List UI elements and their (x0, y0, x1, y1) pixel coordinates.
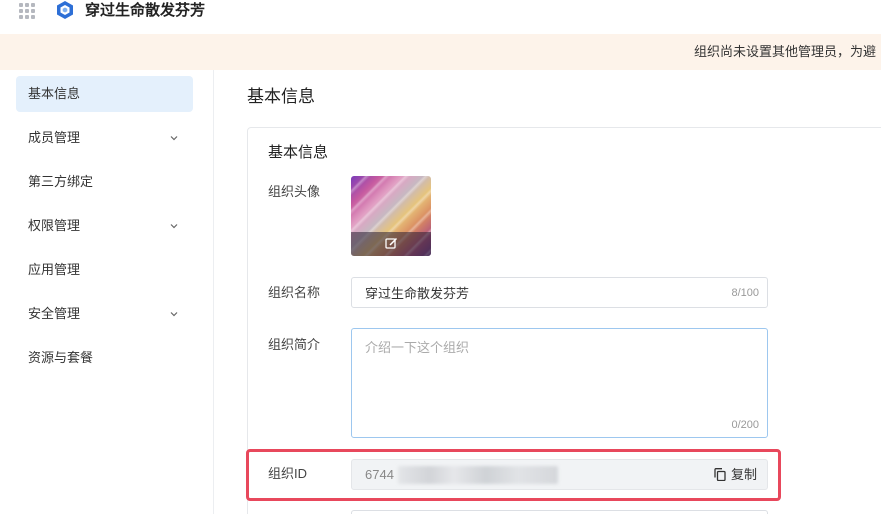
intro-placeholder: 介绍一下这个组织 (365, 340, 470, 355)
org-intro-label: 组织简介 (268, 337, 321, 352)
sidebar-item-label: 安全管理 (28, 306, 81, 321)
next-field[interactable] (351, 510, 768, 514)
avatar-edit-bar[interactable] (351, 232, 431, 256)
sidebar-item-security[interactable]: 安全管理 (16, 296, 193, 332)
sidebar-item-label: 基本信息 (28, 86, 81, 101)
hexagon-logo-icon (57, 1, 73, 19)
sidebar-item-resources[interactable]: 资源与套餐 (16, 340, 193, 376)
page-title: 基本信息 (247, 87, 315, 106)
grid-apps-icon[interactable] (19, 3, 35, 19)
sidebar-item-apps[interactable]: 应用管理 (16, 252, 193, 288)
sidebar-item-label: 第三方绑定 (28, 174, 94, 189)
intro-char-counter: 0/200 (731, 419, 759, 431)
top-bar: 穿过生命散发芬芳 (0, 0, 881, 34)
banner-text: 组织尚未设置其他管理员，为避 (694, 44, 877, 59)
sidebar-item-label: 权限管理 (28, 218, 81, 233)
sidebar-item-label: 资源与套餐 (28, 350, 94, 365)
edit-icon[interactable] (385, 237, 398, 250)
sidebar-item-basic-info[interactable]: 基本信息 (16, 76, 193, 112)
org-name-value: 穿过生命散发芬芳 (365, 286, 470, 301)
org-name-label: 组织名称 (268, 285, 321, 300)
sidebar-item-label: 成员管理 (28, 130, 81, 145)
sidebar: 基本信息 成员管理 第三方绑定 权限管理 应用管理 安全管理 资源与套餐 (0, 70, 214, 514)
name-char-counter: 8/100 (731, 287, 759, 299)
sidebar-item-members[interactable]: 成员管理 (16, 120, 193, 156)
sidebar-item-label: 应用管理 (28, 262, 81, 277)
chevron-down-icon (170, 136, 178, 141)
chevron-down-icon (170, 224, 178, 229)
sidebar-item-permissions[interactable]: 权限管理 (16, 208, 193, 244)
chevron-down-icon (170, 312, 178, 317)
org-avatar[interactable] (351, 176, 431, 256)
org-name-title: 穿过生命散发芬芳 (85, 2, 206, 19)
org-intro-textarea[interactable]: 介绍一下这个组织 0/200 (351, 328, 768, 438)
org-name-input[interactable]: 穿过生命散发芬芳 8/100 (351, 277, 768, 308)
avatar-label: 组织头像 (268, 184, 321, 199)
sidebar-item-third-party[interactable]: 第三方绑定 (16, 164, 193, 200)
card-title: 基本信息 (268, 144, 329, 161)
highlight-box (246, 449, 781, 501)
notice-banner: 组织尚未设置其他管理员，为避 (0, 34, 881, 70)
